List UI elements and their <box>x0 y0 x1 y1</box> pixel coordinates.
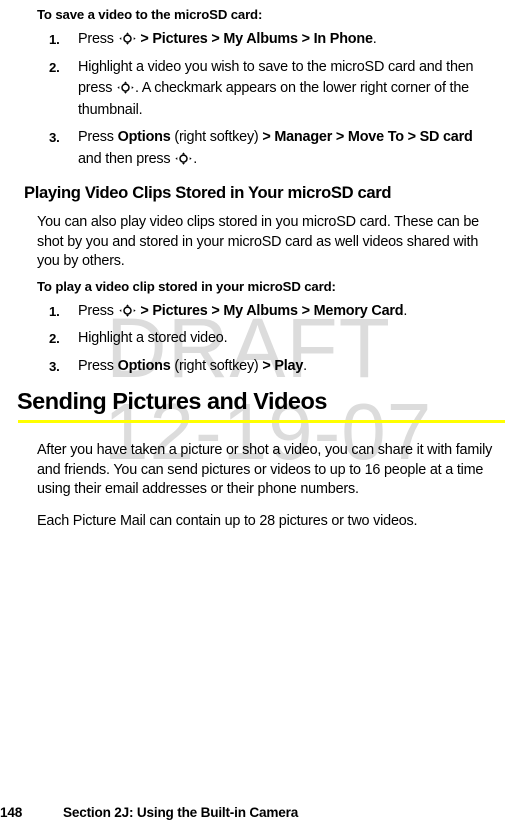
footer-section-title: Section 2J: Using the Built-in Camera <box>63 805 299 820</box>
play-video-step-list: 1. Press > Pictures > My Albums > Memory … <box>0 295 505 378</box>
step-number: 3. <box>49 130 60 145</box>
step-text: Press Options (right softkey) > Manager … <box>78 129 473 167</box>
step-emphasis: Options <box>117 357 171 374</box>
step-text: Highlight a stored video. <box>78 330 228 347</box>
sending-pictures-and-videos-heading: Sending Pictures and Videos <box>17 388 327 415</box>
step-list-item: 2. Highlight a stored video. <box>0 322 505 350</box>
step-text: Press > Pictures > My Albums > In Phone. <box>78 31 377 47</box>
sending-paragraph-2: Each Picture Mail can contain up to 28 p… <box>37 513 418 530</box>
step-number: 1. <box>49 32 60 47</box>
step-number: 2. <box>49 331 60 347</box>
save-video-lead-text: To save a video to the microSD card: <box>37 7 263 22</box>
step-number: 3. <box>49 358 60 374</box>
save-video-step-list: 1. Press > Pictures > My Albums > In Phon… <box>0 23 505 170</box>
navigation-key-icon <box>175 151 192 165</box>
step-list-item: 3. Press Options (right softkey) > Manage… <box>0 121 505 170</box>
document-page: To save a video to the microSD card: 1. P… <box>0 0 505 532</box>
sending-paragraph-1: After you have taken a picture or shot a… <box>37 442 493 498</box>
navigation-key-icon <box>118 32 136 45</box>
step-emphasis: > Pictures > My Albums > In Phone <box>136 31 373 47</box>
step-emphasis: > Manager > Move To > SD card <box>262 129 473 145</box>
step-text: Highlight a video you wish to save to th… <box>78 58 474 118</box>
step-text: Press > Pictures > My Albums > Memory Ca… <box>78 302 408 319</box>
page-number: 148 <box>0 805 23 820</box>
step-list-item: 1. Press > Pictures > My Albums > In Phon… <box>0 23 505 51</box>
step-list-item: 1. Press > Pictures > My Albums > Memory … <box>0 295 505 323</box>
navigation-key-icon <box>118 304 136 317</box>
navigation-key-icon <box>117 81 134 94</box>
step-text: Press Options (right softkey) > Play. <box>78 357 307 374</box>
play-video-lead-text: To play a video clip stored in your micr… <box>37 278 336 294</box>
step-list-item: 3. Press Options (right softkey) > Play. <box>0 350 505 378</box>
step-emphasis: > Play <box>262 357 304 374</box>
playing-video-clips-heading: Playing Video Clips Stored in Your micro… <box>24 183 392 202</box>
step-number: 2. <box>49 59 60 75</box>
step-list-item: 2. Highlight a video you wish to save to … <box>0 51 505 122</box>
step-emphasis: Options <box>117 129 171 145</box>
step-emphasis: > Pictures > My Albums > Memory Card <box>136 302 404 319</box>
step-number: 1. <box>49 303 60 319</box>
playing-video-clips-paragraph: You can also play video clips stored in … <box>37 214 479 270</box>
